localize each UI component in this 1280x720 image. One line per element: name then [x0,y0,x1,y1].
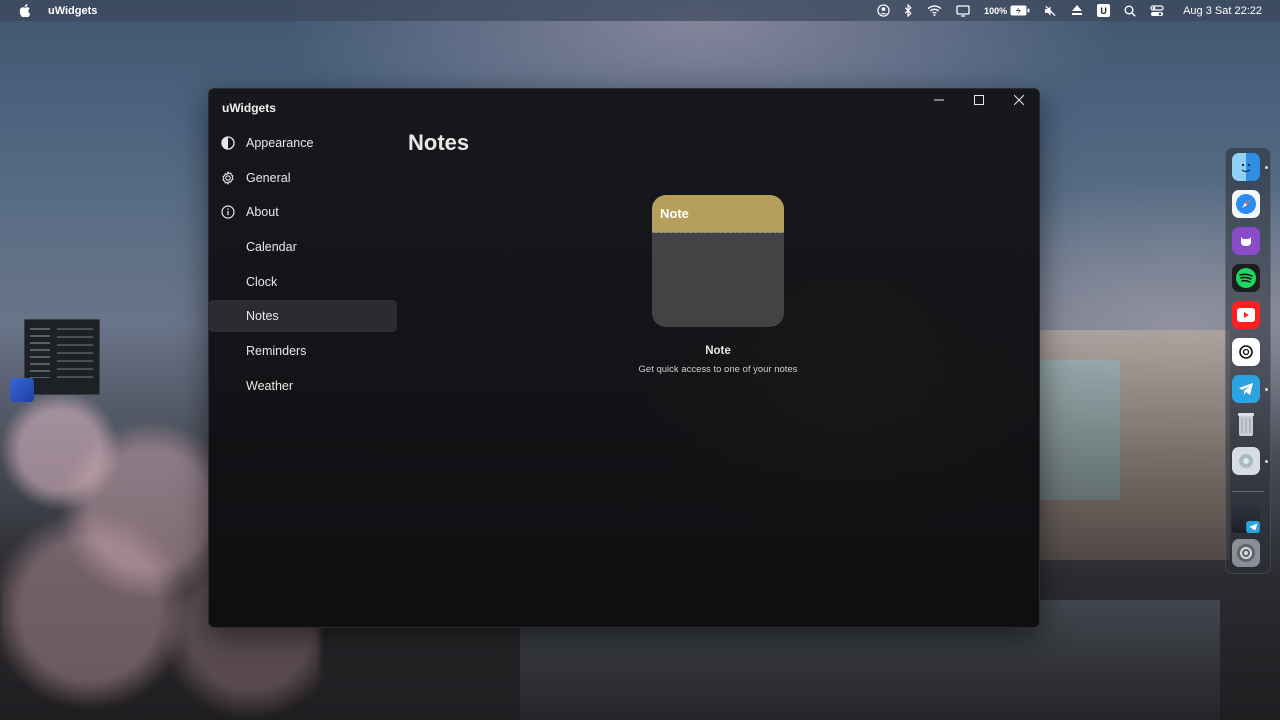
safari-icon[interactable] [1232,190,1260,218]
finder-icon[interactable] [1232,153,1260,181]
sidebar-item-calendar[interactable]: Calendar [209,231,397,263]
menu-bar: uWidgets 100% U Aug 3 Sat 22:22 [0,0,1280,21]
sidebar-item-notes[interactable]: Notes [209,300,397,333]
desktop-window-thumbnail[interactable] [24,319,100,395]
wifi-icon[interactable] [920,0,949,21]
sidebar: Appearance General About Calendar Clock … [209,127,397,405]
close-button[interactable] [999,89,1039,113]
running-indicator [1265,166,1268,169]
dock [1225,147,1271,574]
uwidgets-window: uWidgets Appearance General About Calend… [208,88,1040,628]
apple-icon[interactable] [18,4,32,17]
note-widget-preview[interactable]: Note [652,195,784,327]
mute-icon[interactable] [1037,0,1064,21]
github-icon[interactable] [1232,227,1260,255]
sidebar-item-label: Notes [246,309,279,324]
keyboard-indicator[interactable]: U [1090,0,1117,21]
keyboard-indicator-label: U [1097,4,1111,17]
gear-icon [220,170,236,186]
sidebar-item-label: Calendar [246,240,297,255]
sidebar-item-label: About [246,205,279,220]
spotify-icon[interactable] [1232,264,1260,292]
contrast-icon [220,135,236,151]
dock-separator [1232,491,1264,492]
close-icon [1013,92,1025,110]
telegram-icon[interactable] [1232,375,1260,403]
sidebar-item-label: Reminders [246,344,307,359]
battery-icon [1010,5,1030,16]
search-icon[interactable] [1117,0,1143,21]
trash-icon[interactable] [1232,410,1260,438]
sidebar-item-label: Appearance [246,136,314,150]
page-title: Notes [408,130,470,155]
sidebar-item-weather[interactable]: Weather [209,370,397,402]
widget-description: Get quick access to one of your notes [638,364,798,375]
minimize-icon [934,92,944,110]
app-icon[interactable] [1232,447,1260,475]
maximize-icon [974,92,984,110]
sidebar-item-about[interactable]: About [209,196,397,228]
minimize-button[interactable] [919,89,959,113]
youtube-icon[interactable] [1232,301,1260,329]
battery-percent: 100% [984,5,1008,16]
sidebar-item-label: Clock [246,274,278,289]
desktop-app-icon[interactable] [10,378,34,402]
sidebar-item-label: Weather [246,378,294,393]
running-indicator [1265,460,1268,463]
menu-bar-app-name[interactable]: uWidgets [48,5,97,17]
note-widget-header: Note [652,195,784,233]
sidebar-item-appearance[interactable]: Appearance [209,127,397,159]
window-preview-icon[interactable] [1232,505,1260,533]
sidebar-item-reminders[interactable]: Reminders [209,335,397,367]
sidebar-item-general[interactable]: General [209,162,397,194]
display-icon[interactable] [949,0,977,21]
running-indicator [1265,388,1268,391]
eject-icon[interactable] [1064,0,1090,21]
battery-status[interactable]: 100% [977,0,1037,21]
menu-bar-clock[interactable]: Aug 3 Sat 22:22 [1171,5,1280,17]
window-controls [919,89,1039,113]
wallpaper-building-2 [1040,360,1120,500]
maximize-button[interactable] [959,89,999,113]
control-center-icon[interactable] [1143,0,1171,21]
sidebar-item-clock[interactable]: Clock [209,266,397,298]
widget-name: Note [705,345,731,357]
window-title: uWidgets [222,101,276,115]
user-icon[interactable] [870,0,897,21]
system-settings-icon[interactable] [1232,539,1260,567]
bluetooth-icon[interactable] [897,0,920,21]
sidebar-item-label: General [246,170,291,185]
chatgpt-icon[interactable] [1232,338,1260,366]
info-icon [220,204,236,220]
